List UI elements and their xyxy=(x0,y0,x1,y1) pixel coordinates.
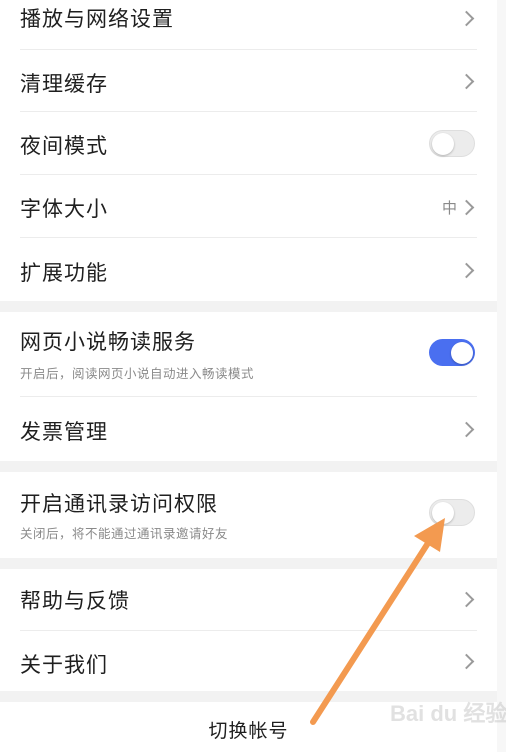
settings-screen: 播放与网络设置 清理缓存 夜间模式 字体大小 中 扩展功能 网页小说畅读服务 开… xyxy=(0,0,506,752)
annotation-arrow xyxy=(310,518,445,725)
arrow-shaft xyxy=(310,537,433,725)
arrow-head xyxy=(414,518,445,552)
